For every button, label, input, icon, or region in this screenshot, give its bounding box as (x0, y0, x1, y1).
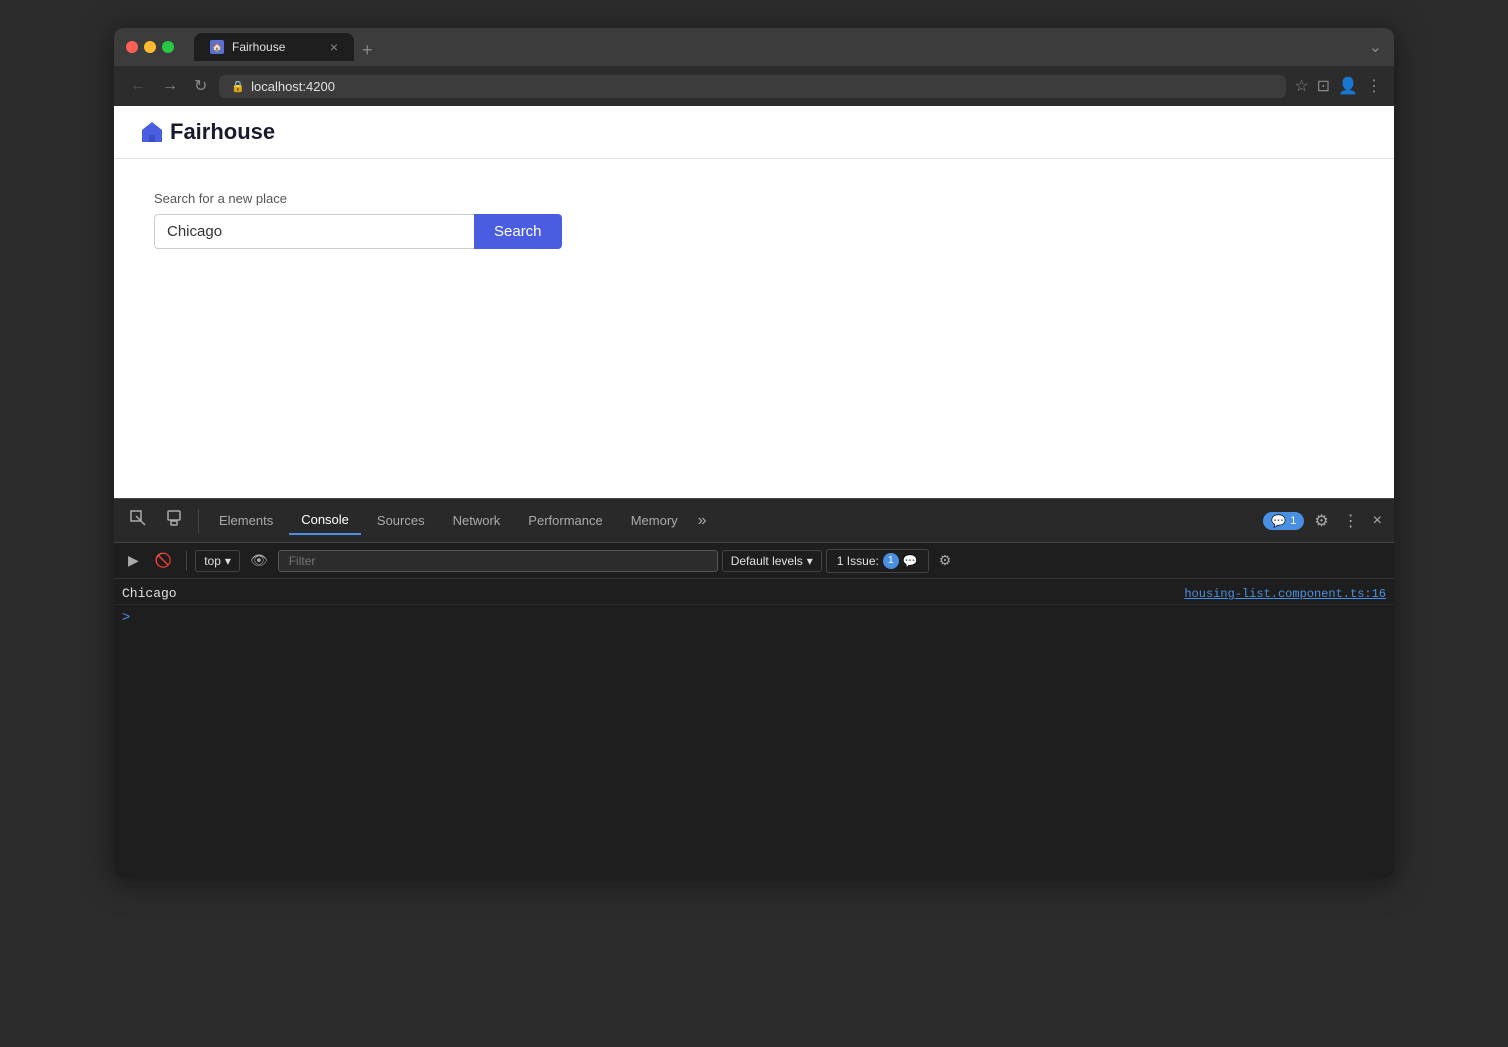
levels-dropdown-icon: ▾ (807, 554, 813, 568)
console-log-source[interactable]: housing-list.component.ts:16 (1184, 587, 1386, 601)
run-script-icon[interactable]: ▶ (122, 548, 145, 573)
tab-performance[interactable]: Performance (516, 507, 614, 534)
toolbar-separator-1 (198, 509, 199, 533)
page-content: Fairhouse Search for a new place Search (114, 106, 1394, 498)
issue-badge-icon: 💬 (903, 554, 918, 568)
split-view-icon[interactable]: ⊡ (1317, 76, 1330, 96)
console-badge-icon: 💬 (1271, 514, 1286, 528)
app-logo: Fairhouse (138, 118, 275, 146)
console-log-row: Chicago housing-list.component.ts:16 (114, 583, 1394, 605)
tabs-bar: 🏠 Fairhouse × + (194, 33, 1361, 61)
app-title: Fairhouse (170, 119, 275, 145)
context-selector[interactable]: top ▾ (195, 550, 240, 572)
clear-console-icon[interactable]: 🚫 (149, 548, 178, 573)
console-output: Chicago housing-list.component.ts:16 > (114, 579, 1394, 878)
address-bar: ← → ↻ 🔒 localhost:4200 ☆ ⊡ 👤 ⋮ (114, 66, 1394, 106)
devtools-right-controls: 💬 1 ⚙ ⋮ × (1263, 507, 1386, 535)
title-bar: 🏠 Fairhouse × + ⌄ (114, 28, 1394, 66)
devtools-menu-icon[interactable]: ⋮ (1339, 507, 1363, 535)
console-settings-icon[interactable]: ⚙ (933, 548, 958, 573)
search-row: Search (154, 214, 1354, 249)
issues-button[interactable]: 1 Issue: 1 💬 (826, 549, 929, 573)
devtools-panel: Elements Console Sources Network Perform… (114, 498, 1394, 878)
profile-icon[interactable]: 👤 (1338, 76, 1358, 96)
lock-icon: 🔒 (231, 80, 245, 93)
window-chevron[interactable]: ⌄ (1369, 37, 1382, 57)
devtools-close-button[interactable]: × (1369, 508, 1386, 534)
forward-button[interactable]: → (158, 73, 182, 99)
menu-icon[interactable]: ⋮ (1366, 76, 1382, 96)
console-badge-count: 1 (1290, 515, 1296, 527)
console-toolbar: ▶ 🚫 top ▾ 👁 Default levels ▾ 1 Issue: 1 … (114, 543, 1394, 579)
console-toolbar-separator (186, 551, 187, 571)
address-text: localhost:4200 (251, 79, 335, 94)
back-button[interactable]: ← (126, 73, 150, 99)
more-tabs-button[interactable]: » (694, 508, 711, 534)
console-log-text: Chicago (122, 586, 1184, 601)
minimize-traffic-light[interactable] (144, 41, 156, 53)
search-label: Search for a new place (154, 191, 1354, 206)
app-header: Fairhouse (114, 106, 1394, 159)
inspect-element-icon[interactable] (122, 504, 154, 537)
reload-button[interactable]: ↻ (190, 72, 211, 100)
devtools-toolbar: Elements Console Sources Network Perform… (114, 499, 1394, 543)
tab-title: Fairhouse (232, 40, 285, 54)
issue-label: 1 Issue: (837, 554, 879, 568)
levels-label: Default levels (731, 554, 803, 568)
traffic-lights (126, 41, 174, 53)
search-input[interactable] (154, 214, 474, 249)
eye-icon[interactable]: 👁 (244, 548, 274, 573)
context-label: top (204, 554, 221, 568)
browser-tab[interactable]: 🏠 Fairhouse × (194, 33, 354, 61)
issue-count: 1 (888, 555, 894, 566)
new-tab-button[interactable]: + (354, 40, 381, 61)
console-filter-input[interactable] (278, 550, 718, 572)
device-mode-icon[interactable] (158, 504, 190, 537)
devtools-settings-icon[interactable]: ⚙ (1310, 507, 1332, 535)
address-right-controls: ☆ ⊡ 👤 ⋮ (1294, 76, 1382, 96)
maximize-traffic-light[interactable] (162, 41, 174, 53)
tab-sources[interactable]: Sources (365, 507, 437, 534)
tab-console[interactable]: Console (289, 506, 361, 535)
console-prompt-icon[interactable]: > (122, 608, 130, 624)
tab-elements[interactable]: Elements (207, 507, 285, 534)
levels-dropdown[interactable]: Default levels ▾ (722, 550, 822, 572)
app-body: Search for a new place Search (114, 159, 1394, 281)
console-prompt-row: > (114, 605, 1394, 627)
bookmark-icon[interactable]: ☆ (1294, 76, 1308, 96)
tab-close-button[interactable]: × (330, 39, 338, 55)
issue-badge: 1 (883, 553, 899, 569)
close-traffic-light[interactable] (126, 41, 138, 53)
tab-favicon: 🏠 (210, 40, 224, 54)
search-button[interactable]: Search (474, 214, 562, 249)
context-dropdown-icon: ▾ (225, 554, 231, 568)
console-badge[interactable]: 💬 1 (1263, 512, 1304, 530)
tab-network[interactable]: Network (441, 507, 513, 534)
address-input[interactable]: 🔒 localhost:4200 (219, 75, 1286, 98)
tab-memory[interactable]: Memory (619, 507, 690, 534)
house-icon (138, 118, 166, 146)
